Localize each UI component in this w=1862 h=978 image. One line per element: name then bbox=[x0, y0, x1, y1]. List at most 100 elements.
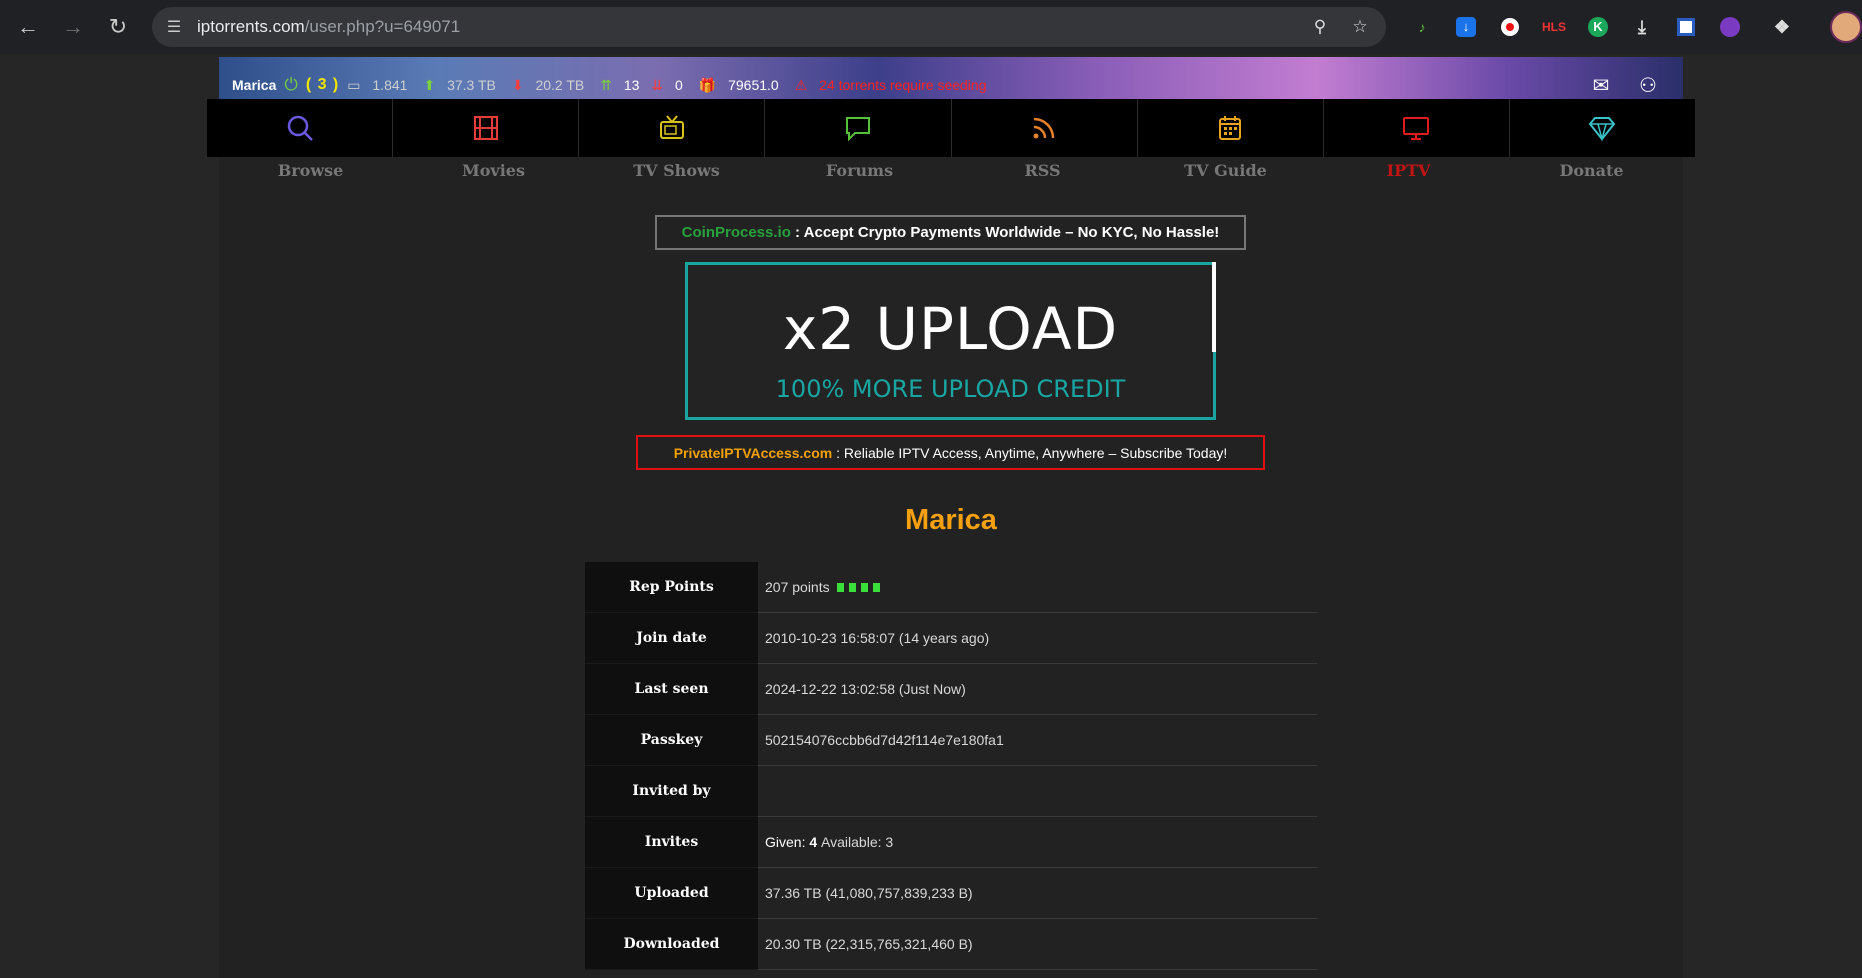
main-menu bbox=[207, 99, 1695, 157]
leeching-icon: ⇊ bbox=[651, 76, 664, 93]
menu-item-tv-shows[interactable] bbox=[579, 99, 766, 157]
ratio-value: 1.841 bbox=[372, 76, 408, 93]
invites-given-value: 4 bbox=[809, 834, 818, 850]
download-extension-icon[interactable]: ↓ bbox=[1452, 13, 1480, 41]
menu-item-movies[interactable] bbox=[393, 99, 580, 157]
menu-label-rss[interactable]: RSS bbox=[951, 157, 1134, 181]
menu-label-browse[interactable]: Browse bbox=[219, 157, 402, 181]
rep-dot bbox=[836, 582, 844, 592]
music-extension-icon[interactable]: ♪ bbox=[1408, 13, 1436, 41]
table-row: Last seen 2024-12-22 13:02:58 (Just Now) bbox=[585, 664, 1317, 715]
menu-item-tv-guide[interactable] bbox=[1138, 99, 1324, 157]
film-icon bbox=[471, 113, 501, 143]
table-row: Invited by bbox=[585, 766, 1317, 817]
menu-label-forums[interactable]: Forums bbox=[768, 157, 951, 181]
users-icon[interactable]: ⚇ bbox=[1635, 73, 1661, 97]
iptv-ad[interactable]: PrivateIPTVAccess.com : Reliable IPTV Ac… bbox=[636, 435, 1265, 470]
browser-toolbar: ← → ↻ ☰ iptorrents.com/user.php?u=649071… bbox=[0, 0, 1862, 54]
row-key: Join date bbox=[585, 613, 758, 664]
menu-item-forums[interactable] bbox=[765, 99, 952, 157]
row-value: Given: 4 Available: 3 bbox=[758, 817, 1317, 868]
power-icon[interactable]: ⏻ bbox=[284, 75, 297, 95]
menu-item-donate[interactable] bbox=[1510, 99, 1695, 157]
profile-username: Marica bbox=[905, 504, 997, 536]
peers-stat[interactable]: ⇈ 13 ⇊ 0 bbox=[600, 77, 691, 94]
row-key: Last seen bbox=[585, 664, 758, 715]
row-key: Passkey bbox=[585, 715, 758, 766]
menu-label-iptv[interactable]: IPTV bbox=[1317, 157, 1500, 181]
row-key: Downloaded bbox=[585, 919, 758, 970]
profile-info-table: Rep Points 207 points Join date 2010-10-… bbox=[585, 562, 1317, 970]
url-host: iptorrents.com bbox=[197, 17, 305, 36]
row-value bbox=[758, 766, 1317, 817]
seeding-icon: ⇈ bbox=[600, 76, 612, 93]
back-icon[interactable]: ← bbox=[12, 11, 44, 43]
table-row: Uploaded 37.36 TB (41,080,757,839,233 B) bbox=[585, 868, 1317, 919]
upload-arrow-icon: ⬆ bbox=[423, 76, 436, 93]
menu-item-rss[interactable] bbox=[952, 99, 1138, 157]
iptv-text: : Reliable IPTV Access, Anytime, Anywher… bbox=[832, 444, 1228, 461]
calendar-icon bbox=[1215, 113, 1245, 143]
user-status-bar: Marica ⏻ ( 3 ) ▭ 1.841 ⬆ 37.3 TB ⬇ 20.2 … bbox=[219, 71, 1683, 99]
search-icon bbox=[285, 113, 315, 143]
iptv-brand: PrivateIPTVAccess.com bbox=[673, 444, 833, 461]
bonus-stat[interactable]: 🎁 79651.0 bbox=[699, 77, 787, 94]
row-value: 207 points bbox=[758, 562, 1317, 613]
url-text[interactable]: iptorrents.com/user.php?u=649071 bbox=[197, 17, 460, 37]
warning-text: 24 torrents require seeding bbox=[819, 76, 987, 93]
k-extension-icon[interactable]: K bbox=[1584, 13, 1612, 41]
rep-dot bbox=[860, 582, 868, 592]
invites-available: Available: 3 bbox=[821, 834, 894, 850]
battery-icon: ▭ bbox=[347, 76, 361, 93]
seeding-warning[interactable]: ⚠ 24 torrents require seeding bbox=[795, 77, 995, 94]
table-row: Downloaded 20.30 TB (22,315,765,321,460 … bbox=[585, 919, 1317, 970]
row-key: Uploaded bbox=[585, 868, 758, 919]
row-value: 2010-10-23 16:58:07 (14 years ago) bbox=[758, 613, 1317, 664]
reload-icon[interactable]: ↻ bbox=[102, 11, 134, 43]
forward-icon[interactable]: → bbox=[57, 11, 89, 43]
site-settings-icon[interactable]: ☰ bbox=[162, 15, 186, 39]
url-path: /user.php?u=649071 bbox=[304, 17, 461, 36]
mask-extension-icon[interactable] bbox=[1716, 13, 1744, 41]
coinprocess-text: : Accept Crypto Payments Worldwide – No … bbox=[790, 224, 1220, 241]
bookmark-star-icon[interactable]: ☆ bbox=[1348, 15, 1372, 39]
row-value: 2024-12-22 13:02:58 (Just Now) bbox=[758, 664, 1317, 715]
ratio-stat: ▭ 1.841 bbox=[347, 77, 415, 94]
rep-dot bbox=[848, 582, 856, 592]
menu-item-iptv[interactable] bbox=[1324, 99, 1510, 157]
rss-icon bbox=[1029, 113, 1059, 143]
extensions-puzzle-icon[interactable]: ❖ bbox=[1768, 13, 1796, 41]
coinprocess-brand: CoinProcess.io bbox=[681, 224, 791, 241]
x2-upload-banner[interactable]: x2 UPLOAD 100% MORE UPLOAD CREDIT bbox=[685, 262, 1216, 420]
row-value: 502154076ccbb6d7d42f114e7e180fa1 bbox=[758, 715, 1317, 766]
zoom-icon[interactable]: ⚲ bbox=[1308, 15, 1332, 39]
grid-extension-icon[interactable] bbox=[1672, 13, 1700, 41]
downloaded-value: 20.2 TB bbox=[535, 76, 585, 93]
coinprocess-ad[interactable]: CoinProcess.io : Accept Crypto Payments … bbox=[655, 215, 1246, 250]
menu-label-movies[interactable]: Movies bbox=[402, 157, 585, 181]
invites-given-label: Given: bbox=[765, 834, 806, 850]
gift-icon: 🎁 bbox=[698, 76, 717, 93]
row-key: Invited by bbox=[585, 766, 758, 817]
downloaded-stat: ⬇ 20.2 TB bbox=[512, 77, 592, 94]
profile-avatar[interactable] bbox=[1830, 11, 1862, 43]
menu-label-donate[interactable]: Donate bbox=[1500, 157, 1683, 181]
status-username[interactable]: Marica bbox=[232, 77, 276, 93]
row-value: 20.30 TB (22,315,765,321,460 B) bbox=[758, 919, 1317, 970]
table-row: Join date 2010-10-23 16:58:07 (14 years … bbox=[585, 613, 1317, 664]
seeding-value: 13 bbox=[623, 76, 640, 93]
rep-dot bbox=[872, 582, 880, 592]
connections-count: ( 3 ) bbox=[305, 76, 340, 93]
address-bar[interactable]: ☰ iptorrents.com/user.php?u=649071 ⚲ ☆ bbox=[152, 7, 1386, 47]
menu-label-tv-shows[interactable]: TV Shows bbox=[585, 157, 768, 181]
downloads-icon[interactable]: ⤓ bbox=[1628, 13, 1656, 41]
mail-icon[interactable]: ✉ bbox=[1588, 73, 1614, 97]
chat-icon bbox=[843, 113, 873, 143]
page-content: Marica ⏻ ( 3 ) ▭ 1.841 ⬆ 37.3 TB ⬇ 20.2 … bbox=[207, 57, 1695, 978]
hls-extension-icon[interactable]: HLS bbox=[1540, 13, 1568, 41]
x2-upload-subtitle: 100% MORE UPLOAD CREDIT bbox=[775, 375, 1126, 403]
uploaded-stat: ⬆ 37.3 TB bbox=[423, 77, 503, 94]
menu-item-browse[interactable] bbox=[207, 99, 394, 157]
record-extension-icon[interactable] bbox=[1496, 13, 1524, 41]
menu-label-tv-guide[interactable]: TV Guide bbox=[1134, 157, 1317, 181]
